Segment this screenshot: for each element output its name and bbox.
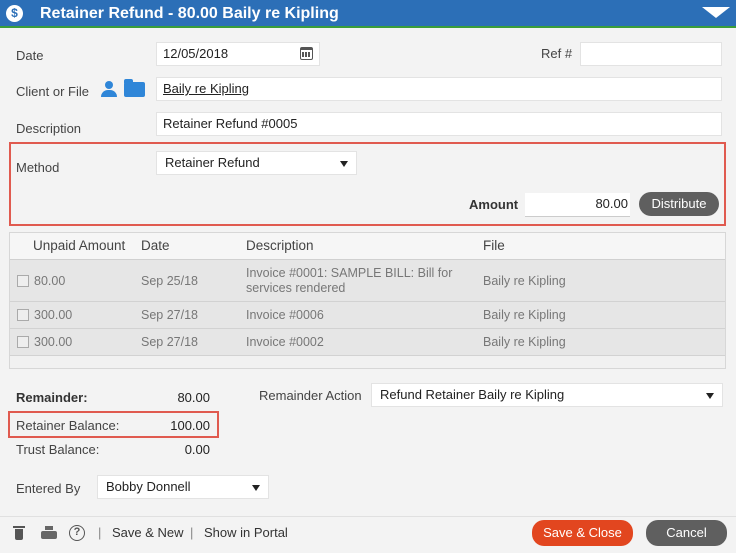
column-header-unpaid-amount[interactable]: Unpaid Amount: [33, 238, 125, 253]
row-date: Sep 27/18: [141, 308, 198, 322]
cancel-button[interactable]: Cancel: [646, 520, 727, 546]
remainder-label: Remainder:: [16, 390, 88, 405]
amount-label: Amount: [469, 197, 519, 212]
method-label: Method: [16, 160, 60, 175]
description-field[interactable]: Retainer Refund #0005: [156, 112, 722, 136]
date-label: Date: [16, 48, 44, 63]
remainder-action-select[interactable]: Refund Retainer Baily re Kipling: [371, 383, 723, 407]
table-row[interactable]: 300.00 Sep 27/18 Invoice #0006 Baily re …: [10, 302, 725, 329]
trash-icon[interactable]: [13, 526, 25, 540]
table-header: Unpaid Amount Date Description File: [10, 233, 725, 260]
table-row[interactable]: 80.00 Sep 25/18 Invoice #0001: SAMPLE BI…: [10, 260, 725, 302]
column-header-date[interactable]: Date: [141, 238, 170, 253]
folder-icon[interactable]: [124, 79, 145, 97]
save-close-button[interactable]: Save & Close: [532, 520, 633, 546]
row-description-cont: services rendered: [246, 281, 346, 295]
row-amount: 80.00: [34, 274, 66, 288]
title-bar: $ Retainer Refund - 80.00 Baily re Kipli…: [0, 0, 736, 28]
row-description: Invoice #0001: SAMPLE BILL: Bill for: [246, 266, 453, 280]
row-date: Sep 27/18: [141, 335, 198, 349]
entered-by-label: Entered By: [16, 481, 81, 496]
collapse-caret-icon[interactable]: [702, 7, 730, 18]
row-file: Baily re Kipling: [483, 308, 566, 322]
row-checkbox[interactable]: [17, 336, 29, 348]
row-checkbox[interactable]: [17, 309, 29, 321]
save-new-link[interactable]: Save & New: [112, 525, 184, 540]
dropdown-arrow-icon: [706, 393, 714, 399]
retainer-balance-value: 100.00: [170, 418, 210, 433]
retainer-balance-label: Retainer Balance:: [16, 418, 120, 433]
row-checkbox[interactable]: [17, 275, 29, 287]
description-label: Description: [16, 121, 82, 136]
client-link[interactable]: Baily re Kipling: [163, 81, 249, 96]
footer-separator: |: [190, 525, 194, 540]
ref-label: Ref #: [541, 46, 573, 61]
amount-field[interactable]: 80.00: [525, 193, 630, 217]
row-amount: 300.00: [34, 335, 73, 349]
ref-field[interactable]: [580, 42, 722, 66]
method-select[interactable]: Retainer Refund: [156, 151, 357, 175]
row-description: Invoice #0006: [246, 308, 324, 322]
calendar-icon[interactable]: [300, 47, 313, 60]
row-file: Baily re Kipling: [483, 274, 566, 288]
table-empty-area: [10, 356, 725, 368]
method-value: Retainer Refund: [165, 155, 260, 170]
date-value: 12/05/2018: [163, 46, 229, 61]
dropdown-arrow-icon: [252, 485, 260, 491]
distribute-button[interactable]: Distribute: [639, 192, 719, 216]
show-in-portal-link[interactable]: Show in Portal: [204, 525, 288, 540]
trust-balance-value: 0.00: [184, 442, 210, 457]
remainder-value: 80.00: [177, 390, 210, 405]
row-date: Sep 25/18: [141, 274, 198, 288]
row-amount: 300.00: [34, 308, 73, 322]
table-row[interactable]: 300.00 Sep 27/18 Invoice #0002 Baily re …: [10, 329, 725, 356]
window-title: Retainer Refund - 80.00 Baily re Kipling: [40, 5, 339, 22]
help-icon[interactable]: ?: [69, 525, 85, 541]
entered-by-value: Bobby Donnell: [106, 479, 191, 494]
client-label: Client or File: [16, 84, 89, 99]
remainder-action-value: Refund Retainer Baily re Kipling: [380, 387, 565, 402]
person-icon[interactable]: [101, 81, 117, 98]
dropdown-arrow-icon: [340, 161, 348, 167]
column-header-description[interactable]: Description: [246, 238, 314, 253]
unpaid-invoices-table: Unpaid Amount Date Description File 80.0…: [9, 232, 726, 369]
row-description: Invoice #0002: [246, 335, 324, 349]
remainder-action-label: Remainder Action: [259, 388, 362, 403]
client-field[interactable]: Baily re Kipling: [156, 77, 722, 101]
print-icon[interactable]: [41, 526, 57, 540]
trust-balance-label: Trust Balance:: [16, 442, 100, 457]
row-file: Baily re Kipling: [483, 335, 566, 349]
dollar-icon: $: [6, 5, 23, 22]
footer-separator: |: [98, 525, 102, 540]
entered-by-select[interactable]: Bobby Donnell: [97, 475, 269, 499]
date-field[interactable]: 12/05/2018: [156, 42, 320, 66]
column-header-file[interactable]: File: [483, 238, 505, 253]
